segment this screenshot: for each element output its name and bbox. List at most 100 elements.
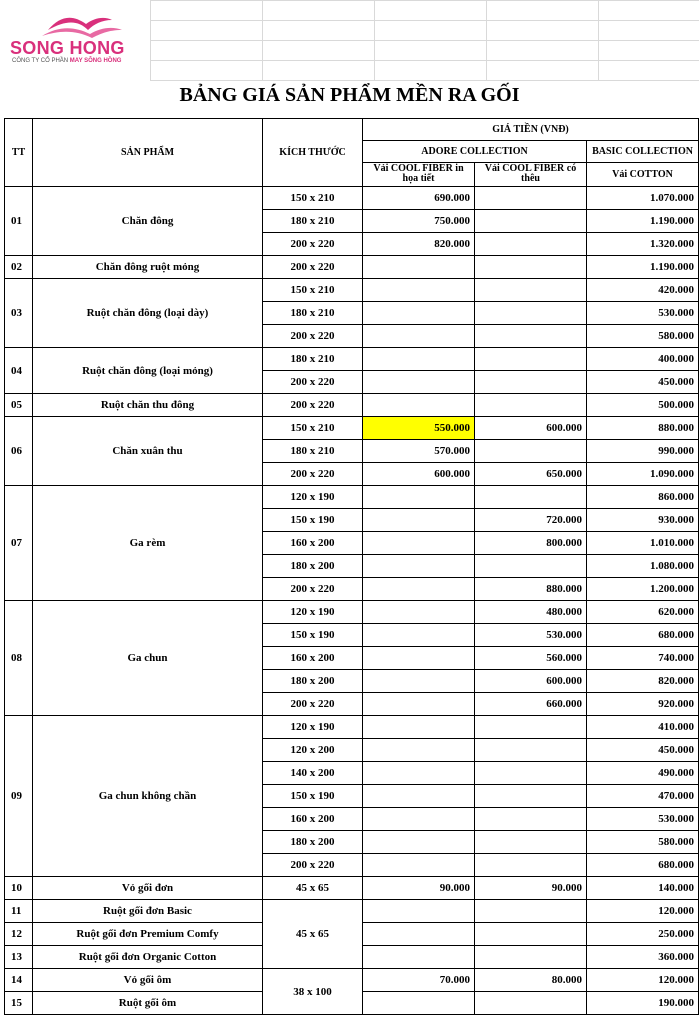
- price-cool-fiber-embroidered: [474, 301, 587, 325]
- price-cotton: 1.080.000: [585, 554, 699, 578]
- product-name: Vỏ gối đơn: [32, 876, 263, 900]
- table-row: 08 Ga chun 120 x 190 480.000 620.000: [4, 600, 699, 716]
- size-cell: 38 x 100: [262, 968, 363, 1015]
- product-name: Ruột gối đơn Organic Cotton: [32, 945, 263, 969]
- price-cotton: 400.000: [585, 347, 699, 371]
- price-cool-fiber-print: [362, 807, 475, 831]
- price-cool-fiber-embroidered: [474, 370, 587, 394]
- size-cell: 150 x 210: [262, 416, 363, 440]
- price-cool-fiber-print: [362, 370, 475, 394]
- price-cool-fiber-print: [362, 554, 475, 578]
- price-cotton: 740.000: [585, 646, 699, 670]
- size-cell: 180 x 200: [262, 830, 363, 854]
- row-number: 08: [4, 600, 33, 716]
- price-cool-fiber-print: [362, 255, 475, 279]
- price-cool-fiber-embroidered: 650.000: [474, 462, 587, 486]
- price-cool-fiber-print: [362, 715, 475, 739]
- size-cell: 200 x 220: [262, 577, 363, 601]
- product-name: Ruột chăn đông (loại dày): [32, 278, 263, 348]
- page-title: BẢNG GIÁ SẢN PHẨM MỀN RA GỐI: [179, 84, 520, 106]
- price-cool-fiber-print: [362, 669, 475, 693]
- table-row: 07 Ga rèm 120 x 190 860.000: [4, 485, 699, 601]
- price-cotton: 250.000: [585, 922, 699, 946]
- price-cool-fiber-embroidered: [474, 922, 587, 946]
- price-cool-fiber-embroidered: [474, 186, 587, 210]
- price-cool-fiber-print: [362, 485, 475, 509]
- row-number: 03: [4, 278, 33, 348]
- price-cotton: 450.000: [585, 738, 699, 762]
- table-row: 11 Ruột gối đơn Basic 45 x 65 120.000: [4, 899, 699, 969]
- size-cell: 200 x 220: [262, 462, 363, 486]
- size-cell: 150 x 190: [262, 784, 363, 808]
- product-name: Ruột gối đơn Basic: [32, 899, 263, 923]
- price-cotton: 1.320.000: [585, 232, 699, 256]
- price-cool-fiber-print: 90.000: [362, 876, 475, 900]
- size-cell: 120 x 190: [262, 485, 363, 509]
- price-cool-fiber-embroidered: [474, 945, 587, 969]
- table-row: 09 Ga chun không chần 120 x 190 410.000: [4, 715, 699, 877]
- price-cool-fiber-print: [362, 577, 475, 601]
- size-cell: 200 x 220: [262, 324, 363, 348]
- price-cotton: 490.000: [585, 761, 699, 785]
- header-size: KÍCH THƯỚC: [262, 118, 363, 187]
- price-cool-fiber-print: [362, 646, 475, 670]
- table-row: 10 Vỏ gối đơn 45 x 65 90.000 90.000 140.000: [4, 876, 699, 900]
- price-cool-fiber-embroidered: [474, 439, 587, 463]
- size-cell: 200 x 220: [262, 393, 363, 417]
- size-cell: 160 x 200: [262, 531, 363, 555]
- price-cool-fiber-embroidered: [474, 278, 587, 302]
- product-name: Chăn đông: [32, 186, 263, 256]
- price-table: TT SẢN PHẨM KÍCH THƯỚC GIÁ TIỀN (VNĐ) AD…: [4, 118, 699, 1015]
- row-number: 06: [4, 416, 33, 486]
- price-cool-fiber-print: 820.000: [362, 232, 475, 256]
- size-cell: 45 x 65: [262, 876, 363, 900]
- price-cotton: 930.000: [585, 508, 699, 532]
- price-cool-fiber-embroidered: [474, 807, 587, 831]
- table-row: 14 Vỏ gối ôm 38 x 100 70.000 80.000 120.000: [4, 968, 699, 1015]
- price-cool-fiber-print: [362, 278, 475, 302]
- price-cotton: 1.190.000: [585, 209, 699, 233]
- row-number: 04: [4, 347, 33, 394]
- price-cool-fiber-print: 690.000: [362, 186, 475, 210]
- price-cotton: 860.000: [585, 485, 699, 509]
- size-cell: 200 x 220: [262, 692, 363, 716]
- price-cool-fiber-print: [362, 692, 475, 716]
- header-cotton: Vải COTTON: [585, 162, 699, 187]
- row-number: 02: [4, 255, 33, 279]
- price-cotton: 990.000: [585, 439, 699, 463]
- price-cool-fiber-print: 570.000: [362, 439, 475, 463]
- price-cool-fiber-print: [362, 347, 475, 371]
- size-cell: 180 x 210: [262, 209, 363, 233]
- price-cool-fiber-embroidered: 480.000: [474, 600, 587, 624]
- price-cool-fiber-embroidered: [474, 347, 587, 371]
- price-cool-fiber-print: [362, 623, 475, 647]
- size-cell: 150 x 210: [262, 186, 363, 210]
- table-row: 01 Chăn đông 150 x 210 690.000 1.070.000: [4, 186, 699, 256]
- size-cell: 150 x 210: [262, 278, 363, 302]
- size-cell: 120 x 190: [262, 600, 363, 624]
- price-cool-fiber-embroidered: [474, 715, 587, 739]
- row-number: 10: [4, 876, 33, 900]
- price-cool-fiber-print: [362, 600, 475, 624]
- row-number: 05: [4, 393, 33, 417]
- header-product: SẢN PHẨM: [32, 118, 263, 187]
- price-cotton: 1.090.000: [585, 462, 699, 486]
- price-cool-fiber-print: 750.000: [362, 209, 475, 233]
- price-cool-fiber-embroidered: [474, 853, 587, 877]
- price-cool-fiber-embroidered: [474, 991, 587, 1015]
- price-cool-fiber-embroidered: [474, 232, 587, 256]
- price-cool-fiber-embroidered: 720.000: [474, 508, 587, 532]
- size-cell: 160 x 200: [262, 807, 363, 831]
- header-adore: ADORE COLLECTION: [362, 140, 587, 163]
- price-cotton: 1.200.000: [585, 577, 699, 601]
- size-cell: 180 x 210: [262, 347, 363, 371]
- price-cool-fiber-print: [362, 393, 475, 417]
- product-name: Ga rèm: [32, 485, 263, 601]
- price-cool-fiber-print: 550.000: [362, 416, 475, 440]
- header-tt: TT: [4, 118, 33, 187]
- price-cool-fiber-print: [362, 991, 475, 1015]
- price-cool-fiber-print: [362, 853, 475, 877]
- price-cool-fiber-embroidered: [474, 899, 587, 923]
- spreadsheet-page: SONG HONG CÔNG TY CỔ PHẦN MAY SÔNG HỒNG …: [0, 0, 699, 1024]
- price-cool-fiber-print: [362, 830, 475, 854]
